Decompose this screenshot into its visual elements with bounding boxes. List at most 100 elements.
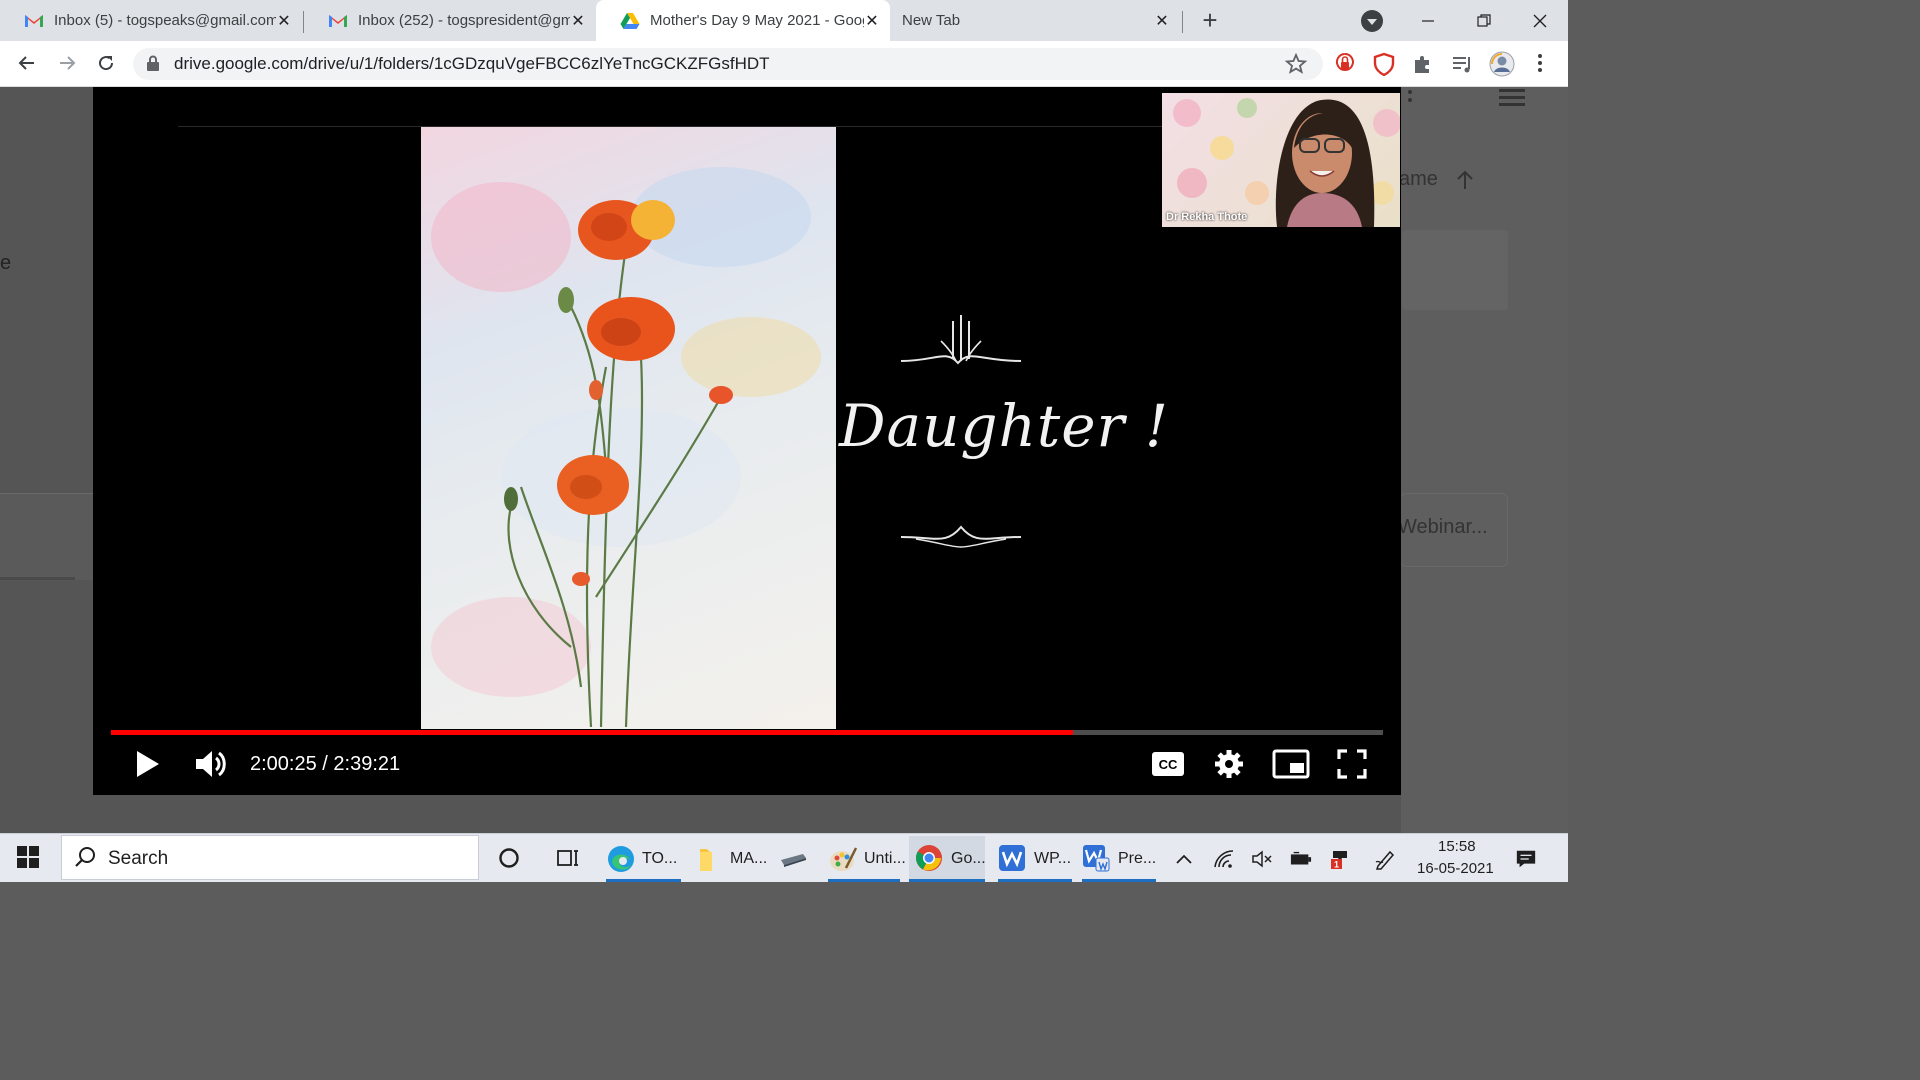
video-progress-played (111, 730, 1073, 735)
drive-panel (0, 493, 93, 580)
active-indicator (909, 879, 985, 882)
chrome-icon (915, 844, 945, 874)
taskbar-app-scanner[interactable] (778, 836, 818, 882)
drive-left-partial-label: e (0, 252, 12, 274)
volume-muted-icon[interactable] (1251, 848, 1273, 870)
tab-search-icon[interactable] (1361, 10, 1383, 32)
new-tab-plus-icon[interactable]: + (1197, 6, 1223, 34)
active-indicator (606, 879, 681, 882)
paint-icon (828, 844, 858, 874)
tab-google-drive[interactable]: Mother's Day 9 May 2021 - Google Drive ✕ (596, 0, 890, 41)
taskbar-app-paint[interactable]: Unti... (828, 836, 906, 882)
file-name-label[interactable]: Webinar... (1398, 516, 1488, 539)
tab-title: New Tab (902, 12, 961, 29)
folder-icon (694, 844, 724, 874)
taskbar-app-label: MA... (730, 850, 768, 867)
participant-name-label: Dr Rekha Thote (1166, 211, 1248, 223)
google-drive-icon (620, 11, 640, 31)
ornament-top-icon (896, 311, 1026, 376)
taskbar-app-label: TO... (642, 850, 678, 867)
taskbar-app-label: Pre... (1118, 850, 1157, 867)
gmail-icon (24, 11, 44, 31)
play-icon[interactable] (131, 742, 163, 786)
clock-time[interactable]: 15:58 (1438, 838, 1476, 855)
taskbar-app-wps-doc[interactable]: Pre... (1082, 836, 1156, 882)
extension-red-lock-icon[interactable] (1334, 52, 1356, 81)
drive-divider (0, 577, 75, 580)
active-indicator (828, 879, 900, 882)
watercolor-poppy-painting (421, 127, 836, 729)
active-indicator (998, 879, 1072, 882)
media-control-icon[interactable] (1451, 53, 1473, 80)
settings-gear-icon[interactable] (1213, 742, 1245, 786)
edge-icon (606, 844, 636, 874)
fullscreen-icon[interactable] (1335, 742, 1369, 786)
browser-menu-icon[interactable] (1532, 52, 1548, 79)
taskbar-app-label: Unti... (864, 850, 906, 867)
title-card-text: Daughter ! (839, 392, 1170, 460)
ornament-bottom-icon (896, 521, 1026, 560)
tab-title: Mother's Day 9 May 2021 - Google Drive (650, 12, 864, 29)
sort-arrow-up-icon[interactable] (1454, 169, 1476, 196)
tab-gmail-togspresident[interactable]: Inbox (252) - togspresident@gmail.com ✕ (304, 0, 596, 41)
miniplayer-icon[interactable] (1271, 742, 1311, 786)
bookmark-star-icon[interactable] (1284, 52, 1308, 80)
search-icon (74, 846, 96, 873)
wifi-icon[interactable] (1213, 848, 1235, 870)
taskbar-app-folder[interactable]: MA... (694, 836, 769, 882)
show-hidden-icons-chevron-icon[interactable] (1173, 848, 1195, 870)
lock-icon[interactable] (146, 55, 160, 76)
reload-icon[interactable] (92, 49, 120, 77)
active-indicator (1082, 879, 1156, 882)
list-view-icon[interactable] (1497, 87, 1527, 107)
clock-date[interactable]: 16-05-2021 (1417, 860, 1494, 877)
taskbar-app-chrome[interactable]: Go... (909, 836, 986, 882)
close-tab-icon[interactable]: ✕ (1154, 11, 1170, 31)
url-text[interactable]: drive.google.com/drive/u/1/folders/1cGDz… (174, 54, 770, 74)
file-thumbnail[interactable] (1402, 230, 1508, 310)
more-vert-icon[interactable] (1405, 88, 1415, 108)
tab-gmail-togspeaks[interactable]: Inbox (5) - togspeaks@gmail.com ✕ (0, 0, 302, 41)
tab-title: Inbox (5) - togspeaks@gmail.com (54, 12, 276, 29)
antivirus-notification-icon[interactable]: 1 (1329, 848, 1351, 870)
drive-right-pane (1401, 87, 1568, 833)
close-tab-icon[interactable]: ✕ (864, 11, 880, 31)
shield-extension-icon[interactable] (1373, 52, 1395, 81)
notification-center-icon[interactable] (1515, 848, 1537, 870)
close-tab-icon[interactable]: ✕ (276, 11, 292, 31)
restore-icon[interactable] (1456, 0, 1512, 41)
gmail-icon (328, 11, 348, 31)
participant-video-thumbnail: Dr Rekha Thote (1162, 93, 1400, 227)
minimize-icon[interactable] (1400, 0, 1456, 41)
sort-by-name-label[interactable]: ame (1399, 168, 1438, 191)
taskbar-app-wps-writer[interactable]: WP... (998, 836, 1072, 882)
tab-new-tab[interactable]: New Tab ✕ (890, 0, 1180, 41)
task-view-icon[interactable] (556, 846, 580, 875)
back-arrow-icon[interactable] (13, 49, 41, 77)
taskbar-app-label: Go... (951, 850, 986, 867)
tab-separator (1182, 11, 1183, 33)
forward-arrow-icon[interactable] (53, 49, 81, 77)
tab-title: Inbox (252) - togspresident@gmail.com (358, 12, 570, 29)
cortana-icon[interactable] (498, 847, 520, 874)
wps-doc-icon (1082, 844, 1112, 874)
close-window-icon[interactable] (1512, 0, 1568, 41)
svg-text:1: 1 (1334, 860, 1339, 870)
pen-workspace-icon[interactable] (1374, 848, 1396, 870)
battery-icon[interactable] (1290, 848, 1312, 870)
video-timecode: 2:00:25 / 2:39:21 (250, 753, 401, 775)
video-player[interactable]: Daughter ! Dr Rekha Thote 2:00:25 / 2:39… (93, 87, 1401, 795)
taskbar-search-label: Search (108, 848, 169, 869)
closed-captions-icon[interactable]: CC (1151, 742, 1185, 786)
profile-avatar-icon[interactable] (1489, 51, 1515, 82)
cc-label: CC (1159, 757, 1178, 772)
wps-writer-icon (998, 844, 1028, 874)
video-progress-bar[interactable] (111, 730, 1383, 735)
extensions-puzzle-icon[interactable] (1412, 53, 1434, 80)
volume-icon[interactable] (193, 742, 229, 786)
taskbar-app-label: WP... (1034, 850, 1072, 867)
scanner-icon (778, 844, 808, 874)
close-tab-icon[interactable]: ✕ (570, 11, 586, 31)
taskbar-app-edge[interactable]: TO... (606, 836, 681, 882)
windows-start-icon[interactable] (17, 846, 39, 873)
